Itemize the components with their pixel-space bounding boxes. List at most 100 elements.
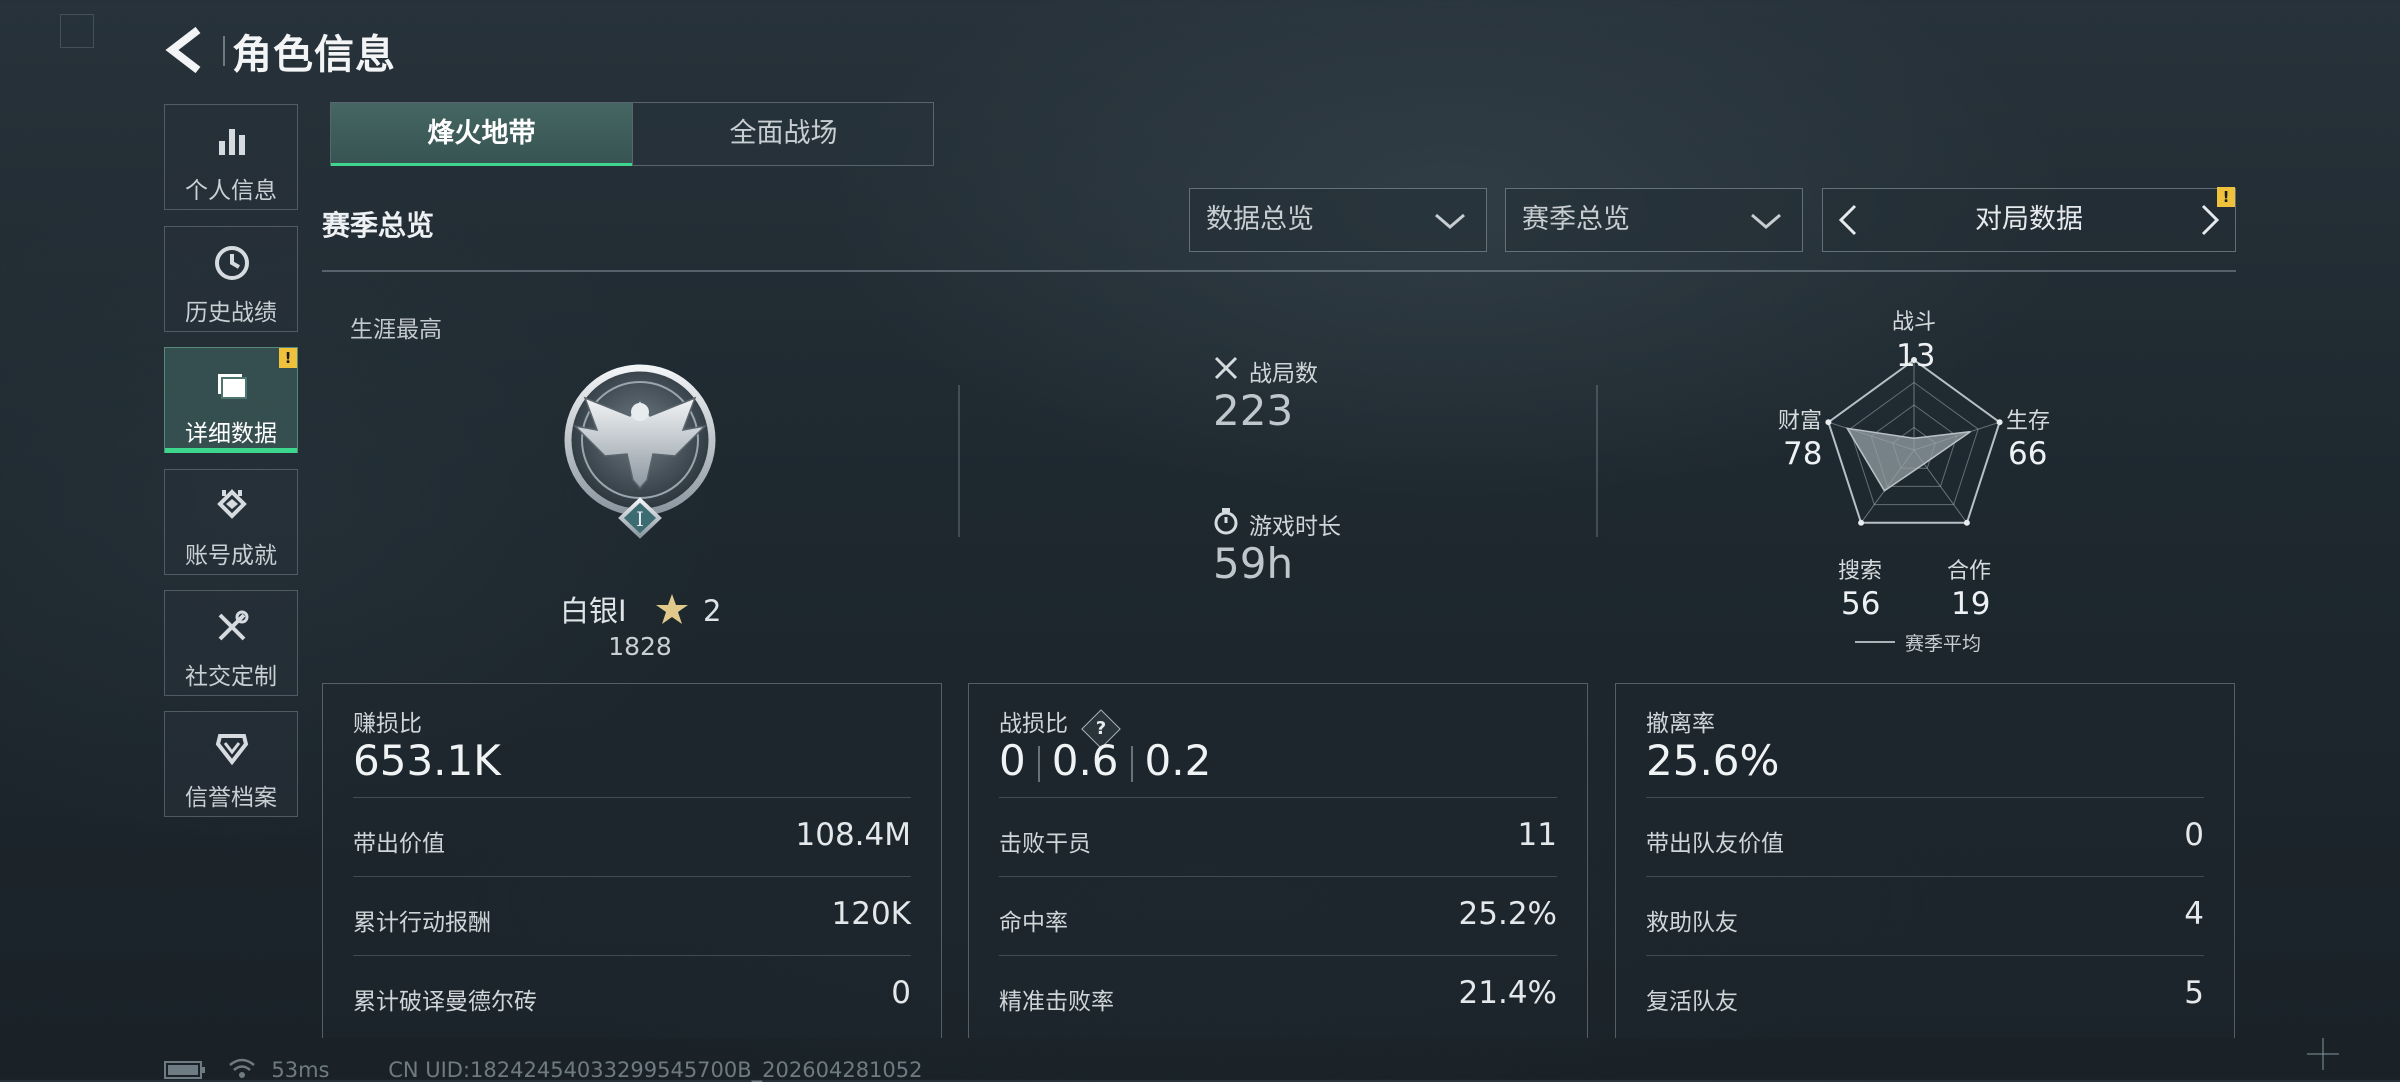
- radar-label-combat: 战斗: [1892, 310, 1937, 335]
- extraction-rate-card: 撤离率 25.6% 带出队友价值 0 救助队友 4 复活队友 5: [1615, 683, 2235, 1038]
- radar-vertex-dot: [1825, 419, 1832, 426]
- row-value: 0: [2184, 817, 2204, 853]
- radar-value-area: [1845, 427, 1971, 492]
- sidebar-item-label: 详细数据: [185, 421, 277, 447]
- chevron-down-icon: [1751, 213, 1781, 229]
- sidebar-item-label: 账号成就: [185, 543, 277, 569]
- bar-chart-icon: [219, 129, 245, 155]
- battery-icon: [164, 1061, 205, 1079]
- sidebar-item-label: 历史战绩: [185, 300, 277, 326]
- career-best-label: 生涯最高: [350, 317, 442, 343]
- card-label-text: 战损比: [999, 711, 1068, 737]
- row-value: 5: [2184, 975, 2204, 1011]
- kd-value: 0: [999, 736, 1026, 785]
- corner-marker: [60, 14, 94, 48]
- sidebar-item-social-custom[interactable]: 社交定制: [164, 590, 298, 696]
- rank-name: 白银I: [560, 594, 627, 628]
- playtime-label: 游戏时长: [1249, 514, 1341, 540]
- divider: [1646, 876, 2204, 877]
- card-value-group: 0 0.6 0.2: [999, 736, 1211, 785]
- radar-label-wealth: 财富: [1778, 409, 1823, 434]
- radar-value-cooperation: 19: [1951, 586, 1991, 622]
- wifi-icon: [228, 1058, 255, 1078]
- active-indicator: [165, 448, 297, 453]
- sidebar-item-match-history[interactable]: 历史战绩: [164, 226, 298, 332]
- profit-loss-card: 赚损比 653.1K 带出价值 108.4M 累计行动报酬 120K 累计破译曼…: [322, 683, 942, 1038]
- row-label: 精准击败率: [999, 989, 1114, 1015]
- radar-label-survival: 生存: [2006, 409, 2051, 434]
- radar-value-wealth: 78: [1783, 436, 1823, 472]
- separator: [1037, 745, 1040, 782]
- sidebar-item-label: 信誉档案: [185, 785, 277, 811]
- radar-value-combat: 13: [1896, 338, 1936, 374]
- mode-tabs: 烽火地带 全面战场: [330, 102, 934, 166]
- shield-icon: [215, 734, 249, 766]
- row-label: 累计破译曼德尔砖: [353, 989, 537, 1015]
- row-label: 击败干员: [999, 831, 1091, 857]
- row-value: 0: [891, 975, 911, 1011]
- row-value: 21.4%: [1458, 975, 1557, 1011]
- stopwatch-icon: [1214, 508, 1238, 535]
- folder-icon: [218, 374, 247, 399]
- column-separator: [1596, 385, 1598, 537]
- matches-value: 223: [1213, 386, 1294, 435]
- divider: [353, 876, 911, 877]
- divider: [1646, 955, 2204, 956]
- card-value: 25.6%: [1646, 736, 1780, 785]
- sidebar-item-reputation[interactable]: 信誉档案: [164, 711, 298, 817]
- row-label: 复活队友: [1646, 989, 1738, 1015]
- divider: [353, 955, 911, 956]
- column-separator: [958, 385, 960, 537]
- tab-full-battlefield[interactable]: 全面战场: [632, 103, 934, 165]
- kd-value: 0.6: [1051, 736, 1119, 785]
- select-value: 数据总览: [1206, 204, 1314, 235]
- back-arrow-icon: [165, 26, 201, 74]
- season-select[interactable]: 赛季总览: [1505, 188, 1803, 252]
- matches-label: 战局数: [1249, 361, 1318, 387]
- star-icon: [655, 594, 688, 624]
- card-value: 653.1K: [353, 736, 501, 785]
- rank-emblem-eagle-icon: I: [564, 364, 716, 539]
- status-bar: 53ms CN UID:18242454033299545700B_202604…: [164, 1056, 923, 1082]
- row-value: 25.2%: [1458, 896, 1557, 932]
- legend-line: [1855, 641, 1895, 643]
- alert-badge: !: [2217, 187, 2235, 207]
- separator: [1130, 745, 1133, 782]
- sidebar-item-personal-info[interactable]: 个人信息: [164, 104, 298, 210]
- radar-vertex-dot: [1858, 519, 1865, 526]
- sidebar-item-detailed-data[interactable]: 详细数据 !: [164, 347, 298, 453]
- radar-vertex-dot: [1996, 419, 2003, 426]
- divider: [999, 955, 1557, 956]
- chevron-right-icon[interactable]: [2195, 203, 2225, 237]
- card-label: 撤离率: [1646, 711, 1715, 737]
- ping-value: 53ms: [271, 1058, 330, 1082]
- row-value: 120K: [831, 896, 912, 932]
- sidebar-item-achievements[interactable]: 账号成就: [164, 469, 298, 575]
- section-title: 赛季总览: [322, 209, 435, 242]
- row-label: 命中率: [999, 910, 1068, 936]
- chevron-down-icon: [1435, 213, 1465, 229]
- title-separator: [223, 36, 225, 66]
- radar-vertex-dot: [1963, 519, 1970, 526]
- divider: [999, 876, 1557, 877]
- corner-crosshair-icon: [2307, 1038, 2339, 1070]
- uid-text: CN UID:18242454033299545700B_20260428105…: [388, 1058, 923, 1082]
- rank-score: 1828: [608, 632, 672, 661]
- radar-label-search: 搜索: [1838, 559, 1883, 584]
- playtime-value: 59h: [1213, 539, 1294, 588]
- rank-row: 白银I 2: [560, 588, 721, 628]
- kd-ratio-card: 战损比 ? 0 0.6 0.2 击败干员 11 命中率 25.2% 精准击败率 21…: [968, 683, 1588, 1038]
- page-title: 角色信息: [232, 32, 396, 78]
- row-value: 11: [1517, 817, 1557, 853]
- achievement-icon: [217, 489, 247, 519]
- back-button[interactable]: [162, 24, 212, 76]
- legend-label: 赛季平均: [1905, 633, 1982, 655]
- data-type-select[interactable]: 数据总览: [1189, 188, 1487, 252]
- row-label: 救助队友: [1646, 910, 1738, 936]
- select-value: 赛季总览: [1522, 204, 1630, 235]
- tab-warzone-hazard[interactable]: 烽火地带: [331, 103, 632, 166]
- divider: [353, 797, 911, 798]
- radar-label-cooperation: 合作: [1947, 559, 1992, 584]
- crossed-swords-icon: [1214, 356, 1238, 380]
- match-data-pager: 对局数据 !: [1822, 187, 2236, 252]
